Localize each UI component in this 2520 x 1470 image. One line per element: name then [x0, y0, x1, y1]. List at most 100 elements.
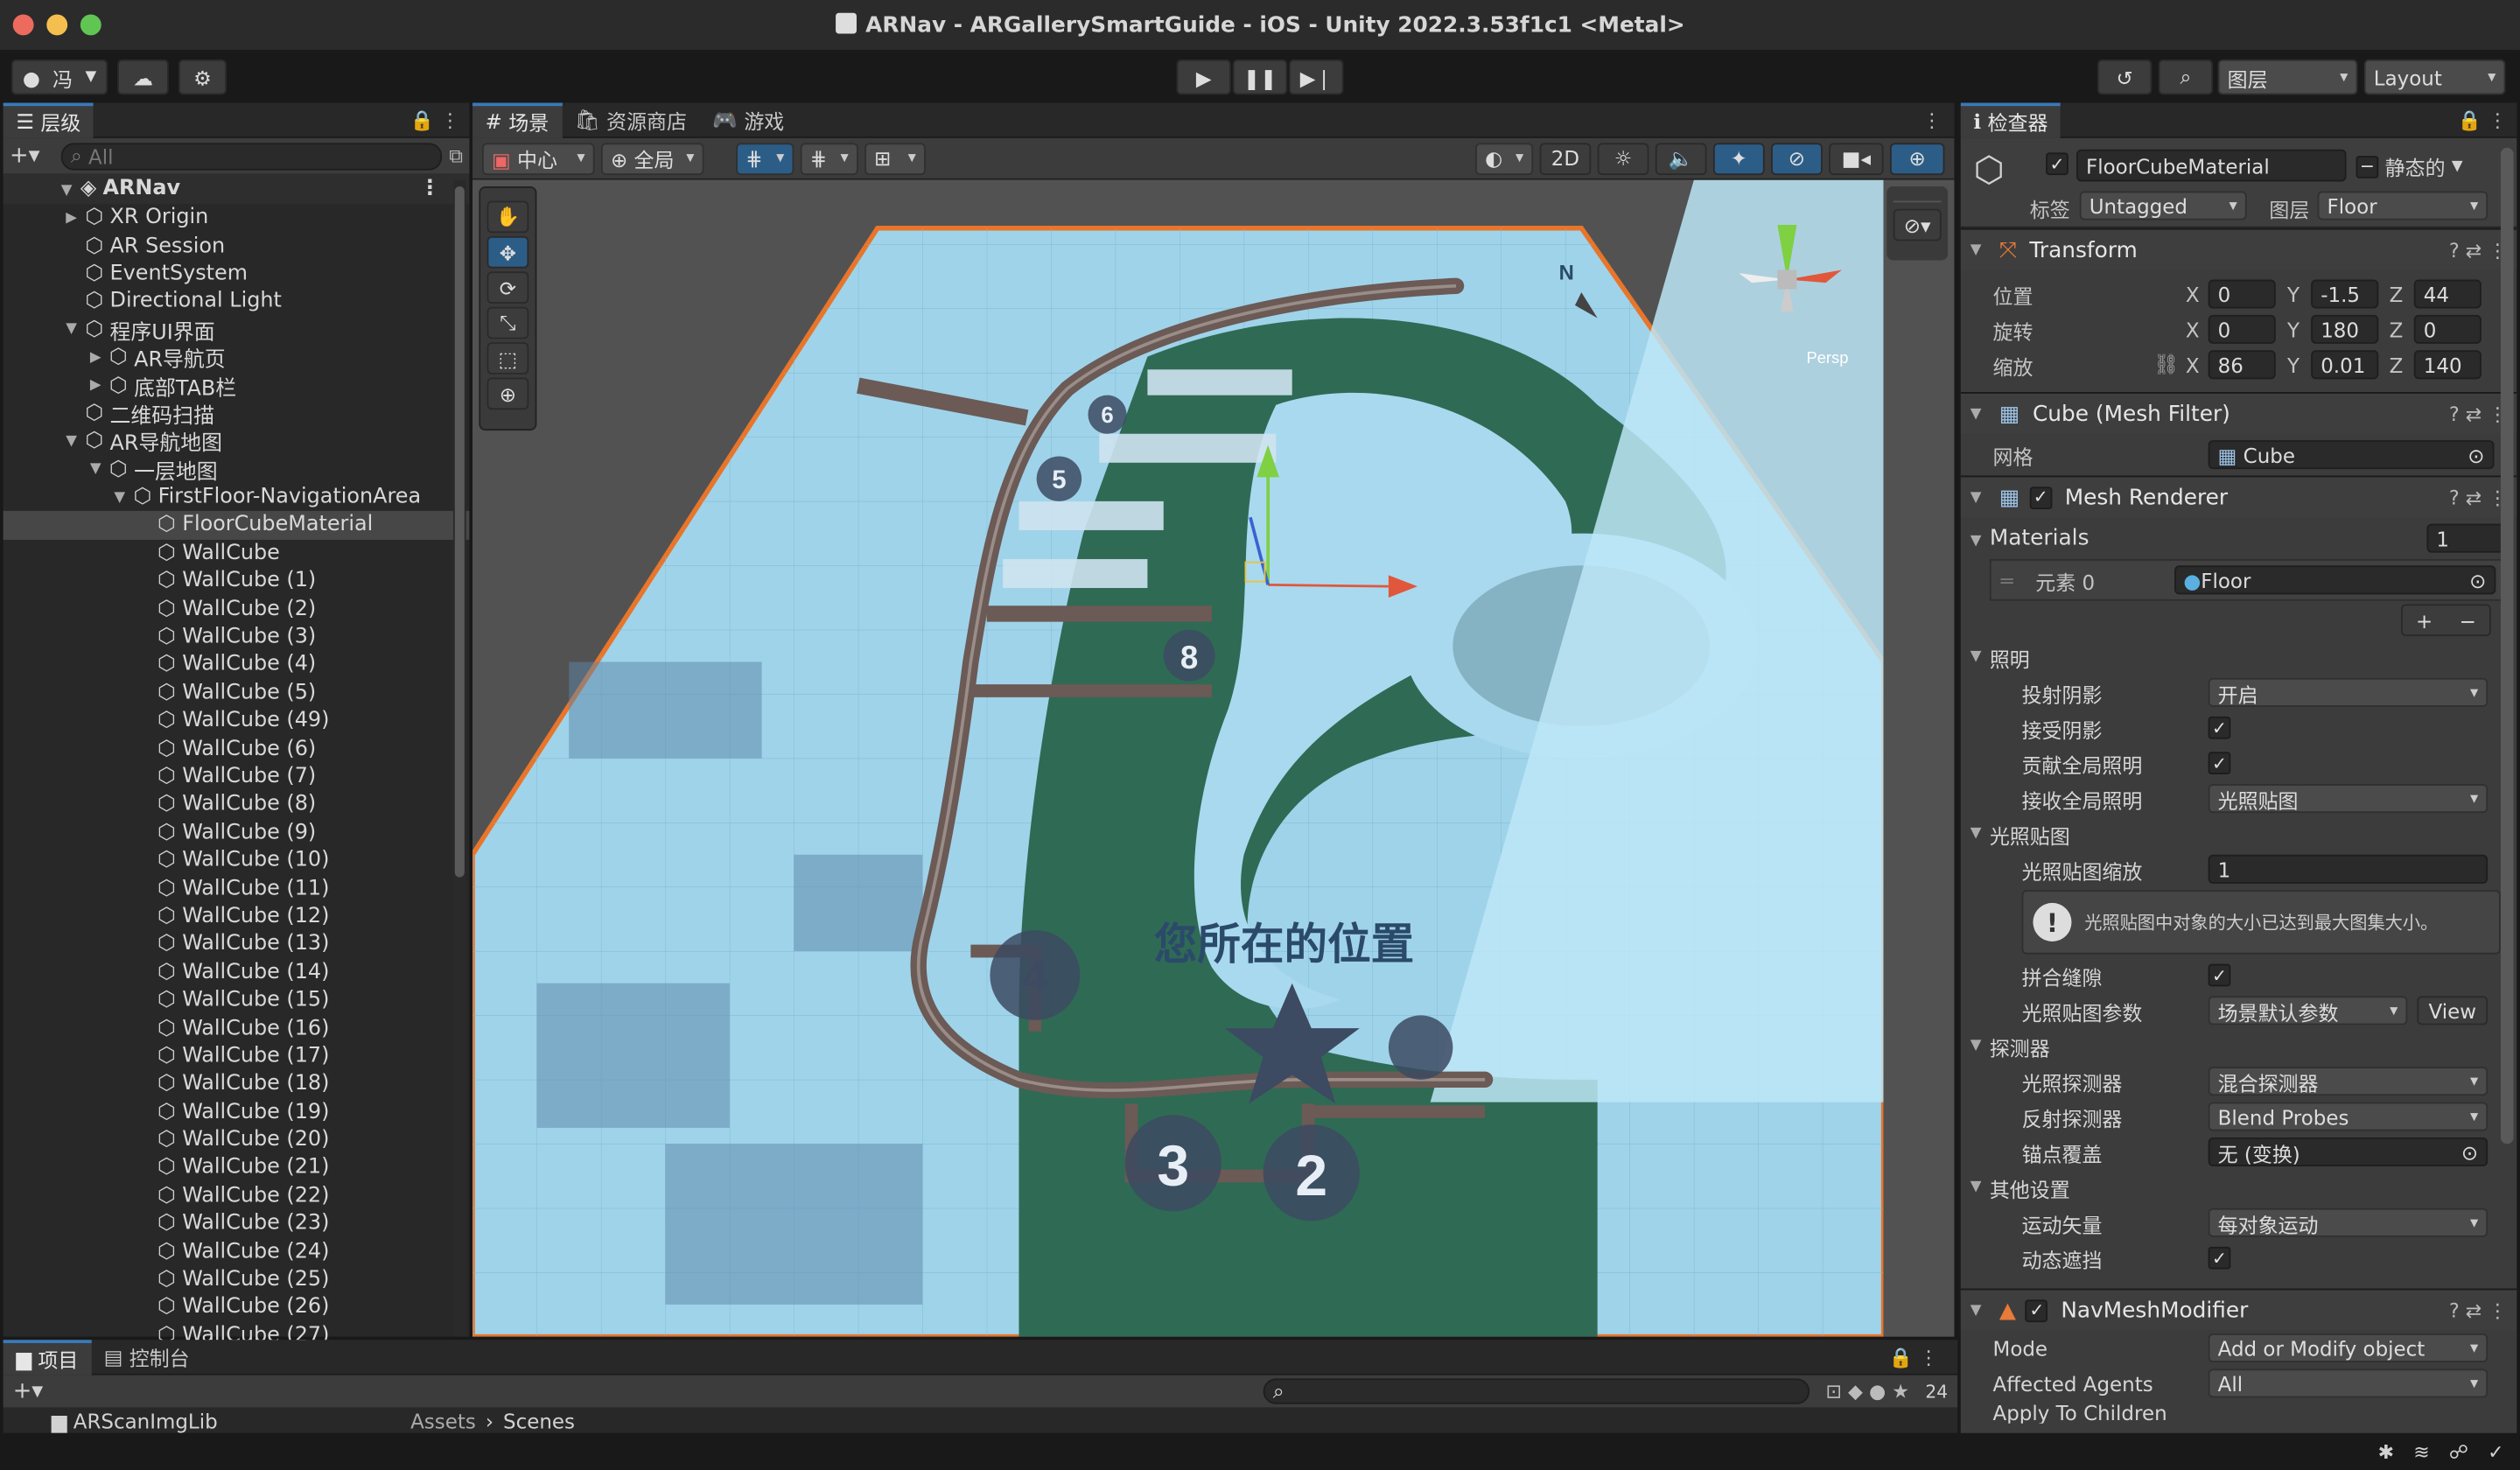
hierarchy-item[interactable]: ⬡ EventSystem — [4, 260, 470, 288]
lightmap-scale-input[interactable]: 1 — [2208, 854, 2488, 884]
hierarchy-item[interactable]: ⬡ WallCube (18) — [4, 1070, 470, 1098]
hierarchy-item[interactable]: ▶ ⬡ AR导航页 — [4, 344, 470, 373]
lightmap-params-dropdown[interactable]: 场景默认参数 — [2208, 996, 2408, 1026]
navmesh-enabled-toggle[interactable]: ✓ — [2025, 1298, 2048, 1322]
scene-visibility-icon[interactable]: ⧉ — [449, 144, 463, 168]
component-menu-icon[interactable]: ? ⇄ ⋮ — [2449, 1298, 2507, 1321]
component-menu-icon[interactable]: ? ⇄ ⋮ — [2449, 486, 2507, 508]
navmesh-modifier-header[interactable]: ▼ ▲ ✓ NavMeshModifier ? ⇄ ⋮ — [1960, 1288, 2517, 1331]
panel-menu-icon[interactable]: ⋮ — [1922, 108, 1942, 131]
space-dropdown[interactable]: ⊕ 全局 — [600, 142, 704, 175]
rotation-z-input[interactable]: 0 — [2413, 314, 2482, 344]
add-asset-button[interactable]: +▾ — [13, 1378, 43, 1404]
component-menu-icon[interactable]: ? ⇄ ⋮ — [2449, 402, 2507, 425]
lighting-icon[interactable]: ☼ — [1597, 142, 1649, 175]
contribute-gi-checkbox[interactable]: ✓ — [2208, 752, 2231, 775]
mesh-filter-header[interactable]: ▼ ▦ Cube (Mesh Filter) ? ⇄ ⋮ — [1960, 392, 2517, 434]
hierarchy-item[interactable]: ⬡ WallCube (21) — [4, 1154, 470, 1182]
hierarchy-item[interactable]: ⬡ WallCube (15) — [4, 986, 470, 1014]
toggle-2d-button[interactable]: 2D — [1539, 142, 1592, 175]
hierarchy-item[interactable]: ⬡ WallCube (8) — [4, 791, 470, 819]
add-remove-material-buttons[interactable]: + − — [2401, 604, 2491, 637]
rotation-x-input[interactable]: 0 — [2208, 314, 2276, 344]
hierarchy-item[interactable]: ▼ ⬡ 一层地图 — [4, 456, 470, 485]
position-z-input[interactable]: 44 — [2413, 279, 2482, 309]
component-menu-icon[interactable]: ? ⇄ ⋮ — [2449, 239, 2507, 262]
visibility-icon[interactable]: ⊘ — [1771, 142, 1823, 175]
snap-icon[interactable]: ⋕ — [736, 142, 794, 175]
hierarchy-item[interactable]: ⬡ WallCube (1) — [4, 567, 470, 595]
scale-z-input[interactable]: 140 — [2413, 350, 2482, 380]
panel-menu-icon[interactable]: 🔒 ⋮ — [1889, 1346, 1939, 1368]
hierarchy-item[interactable]: ⬡ WallCube (5) — [4, 679, 470, 707]
hierarchy-item[interactable]: ⬡ WallCube (23) — [4, 1210, 470, 1238]
constrain-proportions-icon[interactable]: ⛓ — [2153, 352, 2186, 377]
hierarchy-item[interactable]: ▼ ⬡ AR导航地图 — [4, 428, 470, 457]
project-folder[interactable]: ARScanImgLib — [74, 1408, 218, 1432]
drag-handle-icon[interactable]: ═ — [2001, 568, 2013, 592]
hierarchy-item[interactable]: ▶ ⬡ XR Origin — [4, 204, 470, 232]
anchor-override-field[interactable]: 无 (变换) ⊙ — [2208, 1137, 2488, 1167]
scene-viewport[interactable]: 6 5 8 4 3 2 您所在的位置 N Persp ✋ ✥ ⟳ ⤡ ⬚ ⊕ — [472, 179, 1884, 1337]
transform-header[interactable]: ▼ ⤧ Transform ? ⇄ ⋮ — [1960, 228, 2517, 270]
breadcrumb-scenes[interactable]: Scenes — [503, 1408, 575, 1432]
hierarchy-item[interactable]: ⬡ WallCube (9) — [4, 819, 470, 847]
cloud-icon[interactable]: ☁ — [117, 59, 169, 95]
tab-inspector[interactable]: ℹ 检查器 — [1960, 102, 2062, 137]
hierarchy-item[interactable]: ▼ ⬡ 程序UI界面 — [4, 316, 470, 345]
hierarchy-item[interactable]: ⬡ WallCube (19) — [4, 1098, 470, 1126]
mesh-renderer-header[interactable]: ▼ ▦ ✓ Mesh Renderer ? ⇄ ⋮ — [1960, 475, 2517, 518]
mesh-renderer-enabled-toggle[interactable]: ✓ — [2029, 486, 2053, 509]
additional-settings-foldout[interactable]: 其他设置 — [1990, 1172, 2070, 1202]
transform-tool-icon[interactable]: ⊕ — [486, 377, 529, 410]
shading-icon[interactable]: ◐ — [1475, 142, 1534, 175]
hierarchy-item[interactable]: ⬡ WallCube (7) — [4, 763, 470, 791]
hierarchy-item[interactable]: ⬡ WallCube (26) — [4, 1293, 470, 1321]
hierarchy-scrollbar[interactable] — [452, 179, 466, 1337]
scale-y-input[interactable]: 0.01 — [2311, 350, 2379, 380]
cast-shadows-dropdown[interactable]: 开启 — [2208, 677, 2488, 707]
motion-vectors-dropdown[interactable]: 每对象运动 — [2208, 1208, 2488, 1237]
hierarchy-item[interactable]: ⬡ WallCube (11) — [4, 875, 470, 903]
pause-button[interactable]: ❚❚ — [1232, 59, 1288, 95]
hierarchy-item[interactable]: ⬡ WallCube (22) — [4, 1182, 470, 1210]
search-icon[interactable]: ⌕ — [2158, 59, 2214, 95]
expand-arrow-icon[interactable]: ▼ — [66, 433, 85, 449]
hierarchy-item[interactable]: ▶ ⬡ 底部TAB栏 — [4, 372, 470, 401]
expand-arrow-icon[interactable]: ▶ — [66, 210, 85, 226]
status-ok-icon[interactable]: ✓ — [2488, 1440, 2503, 1463]
rotate-tool-icon[interactable]: ⟳ — [486, 271, 529, 304]
gizmos-icon[interactable]: ⊕ — [1889, 142, 1945, 175]
rotation-y-input[interactable]: 180 — [2311, 314, 2379, 344]
close-window-button[interactable] — [12, 14, 34, 36]
audio-icon[interactable]: 🔈 — [1655, 142, 1707, 175]
hierarchy-item[interactable]: ⬡ WallCube (16) — [4, 1014, 470, 1042]
tab-asset-store[interactable]: 🛍 资源商店 — [562, 102, 700, 137]
hierarchy-item[interactable]: ⬡ WallCube (14) — [4, 958, 470, 986]
expand-arrow-icon[interactable]: ▼ — [90, 461, 109, 477]
inspector-scrollbar[interactable] — [2500, 144, 2514, 1430]
expand-arrow-icon[interactable]: ▶ — [90, 350, 109, 366]
hierarchy-item[interactable]: ⬡ WallCube (2) — [4, 595, 470, 623]
grid-snap-icon[interactable]: ⋕ — [800, 142, 858, 175]
layers-dropdown[interactable]: 图层 — [2217, 59, 2358, 95]
ruler-icon[interactable]: ⊞ — [864, 142, 926, 175]
hierarchy-item[interactable]: ⬡ WallCube (25) — [4, 1266, 470, 1294]
zoom-window-button[interactable] — [80, 14, 102, 36]
play-button[interactable]: ▶ — [1176, 59, 1231, 95]
bug-icon[interactable]: ✱ — [2378, 1440, 2394, 1463]
hierarchy-item[interactable]: ⬡ WallCube (6) — [4, 735, 470, 763]
hierarchy-item[interactable]: ⬡ WallCube (17) — [4, 1042, 470, 1070]
mesh-object-field[interactable]: ▦ Cube ⊙ — [2208, 440, 2495, 470]
breadcrumb-assets[interactable]: Assets — [410, 1408, 476, 1432]
filter-icons[interactable]: ⊡ ◆ ● ★ — [1826, 1380, 1909, 1403]
layout-dropdown[interactable]: Layout — [2363, 59, 2506, 95]
object-name-input[interactable]: FloorCubeMaterial — [2076, 149, 2347, 182]
pivot-dropdown[interactable]: ▣ 中心 — [482, 142, 595, 175]
rect-tool-icon[interactable]: ⬚ — [486, 342, 529, 374]
hierarchy-item[interactable]: ⬡ FloorCubeMaterial — [3, 511, 470, 540]
dynamic-occlusion-checkbox[interactable]: ✓ — [2208, 1246, 2231, 1270]
step-button[interactable]: ▶❘ — [1289, 59, 1344, 95]
effects-icon[interactable]: ✦ — [1712, 142, 1765, 175]
project-search-input[interactable]: ⌕ — [1263, 1378, 1810, 1404]
